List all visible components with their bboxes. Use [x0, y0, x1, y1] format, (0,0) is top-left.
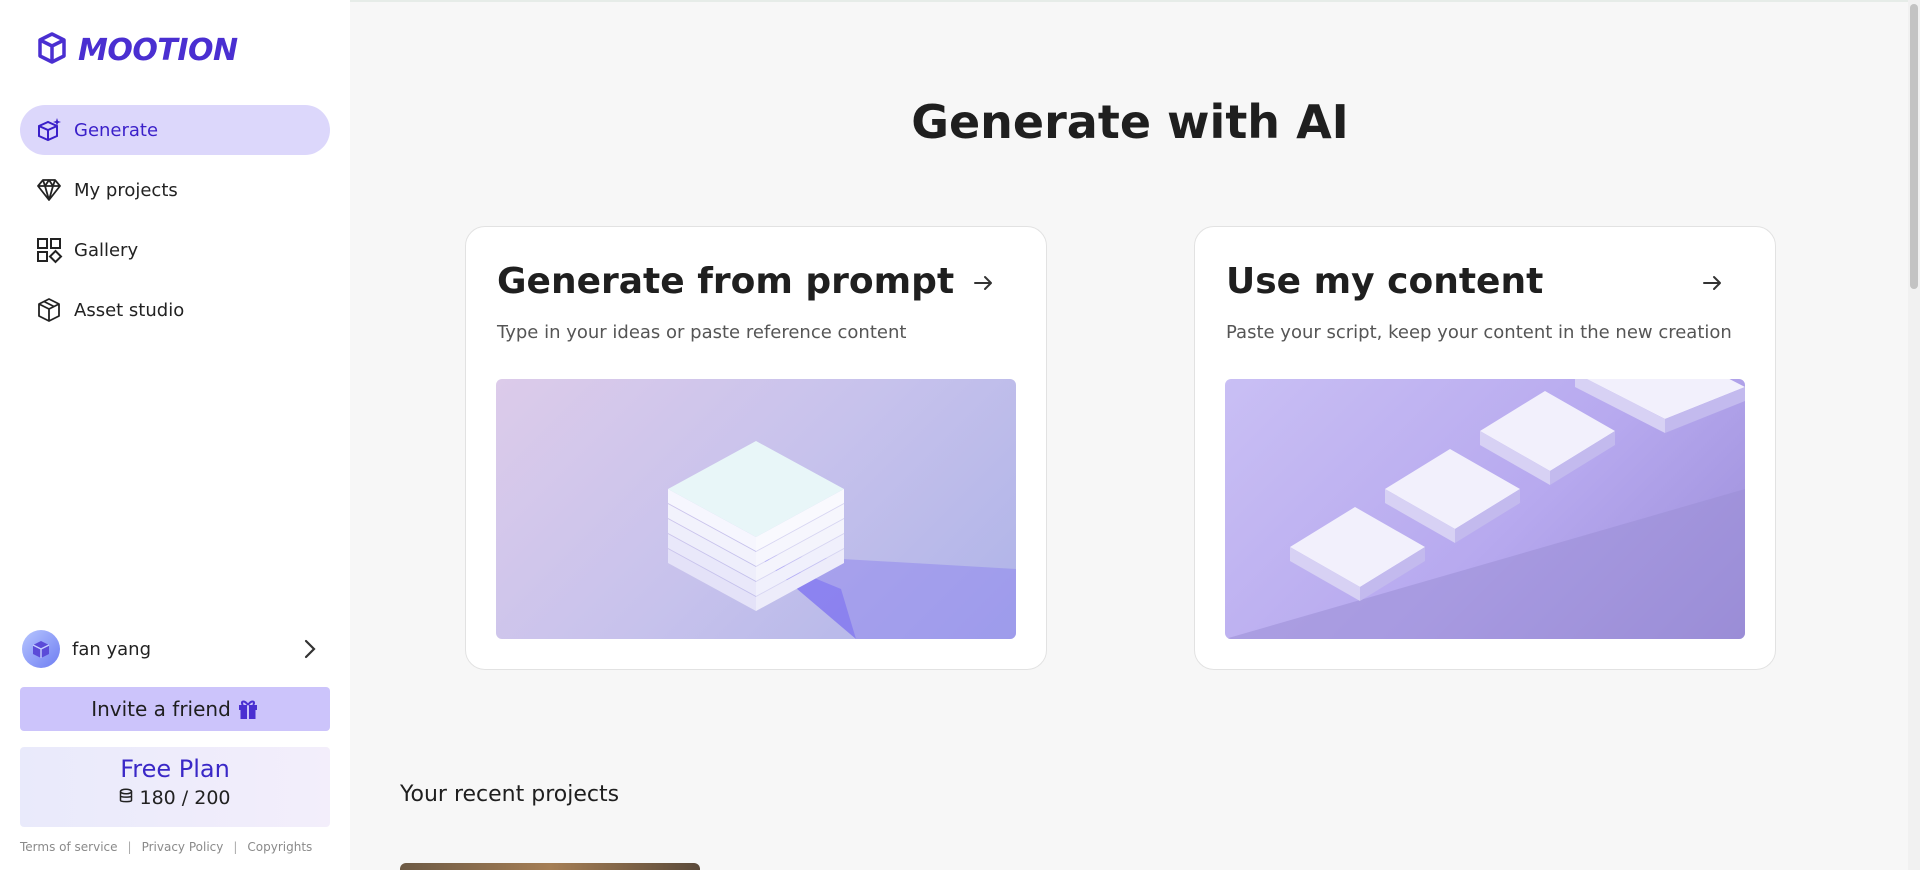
credits-value: 180 / 200 [139, 787, 231, 809]
generate-from-prompt-card[interactable]: Generate from prompt Type in your ideas … [465, 226, 1047, 670]
sidebar-item-my-projects[interactable]: My projects [20, 165, 330, 215]
card-subtitle: Type in your ideas or paste reference co… [497, 322, 907, 343]
use-my-content-card[interactable]: Use my content Paste your script, keep y… [1194, 226, 1776, 670]
sidebar-item-label: Generate [74, 119, 159, 141]
logo-text: MOOTION [78, 32, 238, 68]
sidebar: MOOTION Generate My projects Gallery Ass… [0, 0, 350, 870]
mootion-logo-icon [34, 30, 72, 70]
stacked-layers-illustration [496, 379, 1016, 639]
invite-friend-button[interactable]: Invite a friend [20, 687, 330, 731]
user-name: fan yang [72, 638, 152, 660]
grid-icon [34, 235, 64, 265]
chevron-right-icon[interactable] [298, 637, 322, 661]
logo[interactable]: MOOTION [34, 30, 238, 70]
diamond-icon [34, 175, 64, 205]
sidebar-item-generate[interactable]: Generate [20, 105, 330, 155]
plan-panel[interactable]: Free Plan 180 / 200 [20, 747, 330, 827]
sidebar-nav: Generate My projects Gallery Asset studi… [20, 105, 330, 345]
privacy-link[interactable]: Privacy Policy [142, 840, 224, 854]
tiles-illustration [1225, 379, 1745, 639]
sidebar-item-label: Gallery [74, 239, 139, 261]
card-title: Use my content [1226, 261, 1544, 302]
sidebar-item-gallery[interactable]: Gallery [20, 225, 330, 275]
gift-icon [237, 698, 259, 720]
terms-link[interactable]: Terms of service [20, 840, 118, 854]
recent-projects-heading: Your recent projects [400, 782, 620, 807]
footer-separator: | [233, 840, 238, 854]
footer-links: Terms of service | Privacy Policy | Copy… [20, 840, 312, 854]
page-title: Generate with AI [911, 95, 1349, 149]
user-menu[interactable]: fan yang [22, 630, 322, 668]
scrollbar-thumb[interactable] [1910, 4, 1918, 289]
sidebar-item-label: Asset studio [74, 299, 185, 321]
plan-title: Free Plan [120, 755, 230, 783]
copyrights-link[interactable]: Copyrights [247, 840, 312, 854]
card-subtitle: Paste your script, keep your content in … [1226, 322, 1732, 343]
sidebar-item-asset-studio[interactable]: Asset studio [20, 285, 330, 335]
card-title: Generate from prompt [497, 261, 955, 302]
arrow-right-icon [1701, 271, 1725, 295]
sidebar-item-label: My projects [74, 179, 178, 201]
coins-icon [119, 787, 133, 809]
scrollbar[interactable] [1908, 0, 1920, 870]
recent-project-thumbnail[interactable] [400, 863, 700, 870]
footer-separator: | [127, 840, 132, 854]
avatar [22, 630, 60, 668]
arrow-right-icon [972, 271, 996, 295]
plan-credits: 180 / 200 [20, 787, 330, 809]
box-icon [34, 295, 64, 325]
invite-label: Invite a friend [91, 697, 231, 721]
generate-icon [34, 115, 64, 145]
